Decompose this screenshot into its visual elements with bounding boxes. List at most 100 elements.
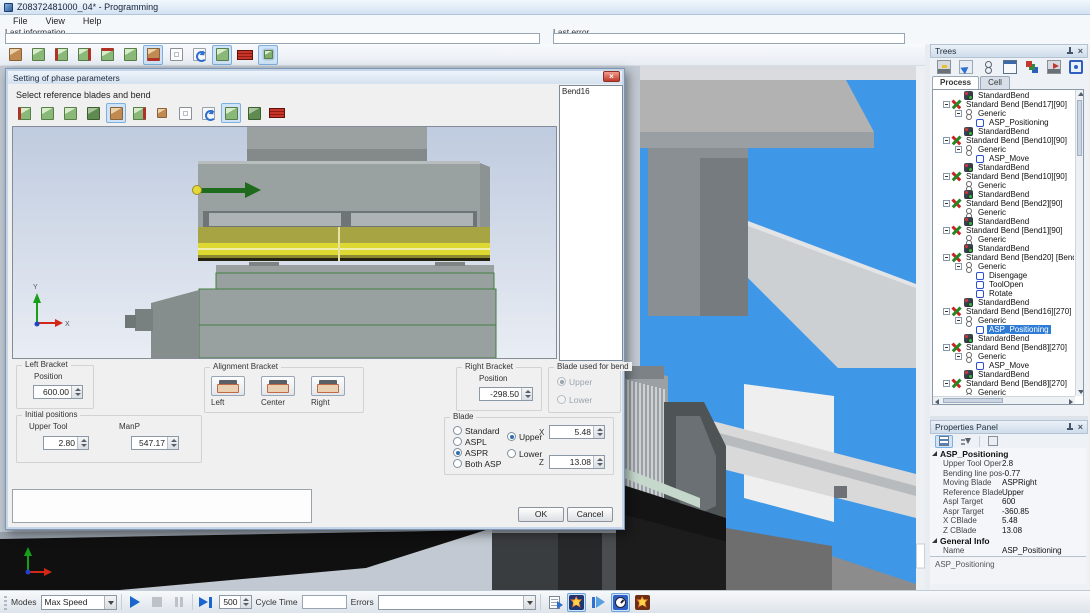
spinner-buttons[interactable] [521,388,532,400]
alignment-bracket-button[interactable] [311,376,345,396]
tree-item[interactable]: Generic [934,235,1074,244]
property-row[interactable]: Aspr Target -360.85 [930,507,1086,517]
tree-item[interactable]: Generic [934,109,1074,118]
scroll-thumb[interactable] [1077,100,1082,156]
modes-dropdown[interactable]: Max Speed [41,595,117,610]
blade-z-spinner[interactable]: 13.08 [549,455,605,469]
tree-item[interactable]: StandardBend [934,370,1074,379]
main-toolbar-button[interactable] [120,45,140,65]
ok-button[interactable]: OK [518,507,564,522]
menu-item[interactable]: File [4,15,37,27]
tree-item[interactable]: Generic [934,262,1074,271]
tree-item[interactable]: StandardBend [934,127,1074,136]
dialog-toolbar-button[interactable] [152,103,172,123]
spinner-buttons[interactable] [71,386,82,398]
property-row[interactable]: X CBlade 5.48 [930,516,1086,526]
expander-icon[interactable] [943,227,950,234]
tree-item[interactable]: Disengage [934,271,1074,280]
dialog-toolbar-button[interactable] [60,103,80,123]
properties-section-header[interactable]: ASP_Positioning [930,448,1086,459]
simulation-option-button[interactable] [611,593,630,612]
tree-item[interactable]: Generic [934,388,1074,395]
tree-item[interactable]: StandardBend [934,244,1074,253]
trees-toolbar-button[interactable] [1045,59,1063,76]
expander-icon[interactable] [943,200,950,207]
expander-icon[interactable] [943,101,950,108]
properties-panel-header[interactable]: Properties Panel × [930,420,1088,434]
properties-grid[interactable]: ASP_Positioning Upper Tool Oper 2.8 Bend… [930,448,1086,556]
alignment-bracket-button[interactable] [211,376,245,396]
blade-type-radio[interactable]: ASPL [453,436,501,447]
tree-item[interactable]: Standard Bend [Bend8][270] [934,379,1074,388]
trees-toolbar-button[interactable] [957,59,975,76]
blade-type-radio[interactable]: Standard [453,425,501,436]
scroll-thumb[interactable] [943,398,1003,403]
blade-side-radio[interactable]: Upper [507,431,542,442]
property-row[interactable]: Z CBlade 13.08 [930,526,1086,536]
tree-item[interactable]: Rotate [934,289,1074,298]
dialog-toolbar-button[interactable] [267,103,287,123]
dialog-toolbar-button[interactable] [14,103,34,123]
tree-item[interactable]: StandardBend [934,190,1074,199]
tree-vertical-scrollbar[interactable] [1075,90,1083,396]
main-toolbar-button[interactable] [166,45,186,65]
categorized-view-button[interactable] [935,435,953,448]
tree-item[interactable]: StandardBend [934,334,1074,343]
spinner-buttons[interactable] [167,437,178,449]
expander-icon[interactable] [955,317,962,324]
step-button[interactable] [197,594,215,611]
right-bracket-position-spinner[interactable]: -298.50 [479,387,533,401]
bend-listbox[interactable]: Bend16 [559,85,623,361]
main-toolbar-button[interactable] [28,45,48,65]
dialog-toolbar-button[interactable] [175,103,195,123]
tree-item[interactable]: Standard Bend [Bend2][90] [934,199,1074,208]
trees-panel-header[interactable]: Trees × [930,44,1088,58]
window-titlebar[interactable]: Z08372481000_04* - Programming [0,0,1090,15]
expander-icon[interactable] [955,263,962,270]
property-row[interactable]: Reference Blade Upper [930,488,1086,498]
tree-item[interactable]: Standard Bend [Bend10][90] [934,172,1074,181]
expander-icon[interactable] [943,380,950,387]
blade-side-radio[interactable]: Lower [507,448,542,459]
last-information-field[interactable] [5,33,540,44]
dialog-toolbar-button[interactable] [83,103,103,123]
scroll-left-icon[interactable] [935,399,939,405]
expander-icon[interactable] [955,146,962,153]
tree-item[interactable]: Standard Bend [Bend8][270] [934,343,1074,352]
tree-item[interactable]: Standard Bend [Bend1][90] [934,226,1074,235]
dialog-titlebar[interactable]: Setting of phase parameters [8,71,622,84]
blade-used-radio[interactable]: Lower [557,394,592,405]
simulation-option-button[interactable] [589,593,608,612]
main-toolbar-button[interactable] [189,45,209,65]
main-toolbar-button[interactable] [51,45,71,65]
scroll-right-icon[interactable] [1069,399,1073,405]
cancel-button[interactable]: Cancel [567,507,613,522]
dialog-message-box[interactable] [12,489,312,523]
tree-item[interactable]: ASP_Move [934,361,1074,370]
tree-item[interactable]: StandardBend [934,298,1074,307]
spinner-buttons[interactable] [77,437,88,449]
menu-item[interactable]: View [37,15,74,27]
dialog-close-button[interactable]: × [603,71,620,82]
toolbar-grip[interactable] [4,595,7,610]
menu-item[interactable]: Help [74,15,111,27]
spinner-buttons[interactable] [593,426,604,438]
main-toolbar-button[interactable] [5,45,25,65]
expander-icon[interactable] [955,353,962,360]
expander-icon[interactable] [943,173,950,180]
tree-item[interactable]: StandardBend [934,91,1074,100]
property-row[interactable]: Aspl Target 600 [930,497,1086,507]
trees-toolbar-button[interactable] [935,59,953,76]
properties-section-header[interactable]: General Info [930,535,1086,546]
property-pages-button[interactable] [984,435,1002,448]
expander-icon[interactable] [943,344,950,351]
process-tree[interactable]: StandardBend Standard Bend [Bend17][90] … [932,89,1084,405]
bend-list-item[interactable]: Bend16 [560,86,622,97]
simulation-option-button[interactable] [567,593,586,612]
main-toolbar-button[interactable] [97,45,117,65]
tree-tab[interactable]: Cell [980,76,1010,89]
tree-item[interactable]: Standard Bend [Bend17][90] [934,100,1074,109]
trees-toolbar-button[interactable] [1067,59,1085,76]
expander-icon[interactable] [943,254,950,261]
close-icon[interactable]: × [1078,423,1083,431]
